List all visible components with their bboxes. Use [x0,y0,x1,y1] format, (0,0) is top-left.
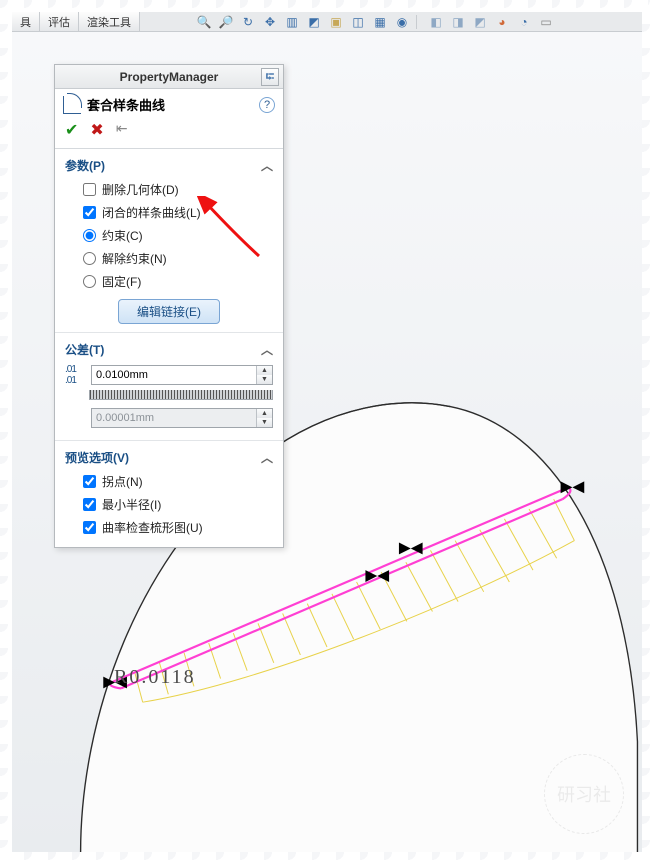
option-curvature-comb[interactable]: 曲率检查梳形图(U) [55,516,283,539]
option-unconstrained[interactable]: 解除约束(N) [55,247,283,270]
section-parameters-header[interactable]: 参数(P) ︿ [55,155,283,178]
label-delete-geometry: 删除几何体(D) [102,181,179,198]
chevron-up-icon: ︿ [261,157,273,174]
pm-feature-header: 套合样条曲线 ? [55,89,283,116]
label-curvature-comb: 曲率检查梳形图(U) [102,519,203,536]
section-parameters-label: 参数(P) [65,157,105,174]
label-closed-spline: 闭合的样条曲线(L) [102,204,201,221]
pushpin-icon[interactable]: ⇤ [116,120,128,140]
chevron-up-icon: ︿ [261,341,273,358]
edit-chain-button[interactable]: 编辑链接(E) [118,299,220,324]
checkbox-delete-geometry[interactable] [83,183,96,196]
watermark: 研习社 [544,754,624,834]
perspective-icon[interactable]: ◉ [394,14,410,30]
label-unconstrained: 解除约束(N) [102,250,167,267]
label-constrained: 约束(C) [102,227,143,244]
label-inflection: 拐点(N) [102,473,143,490]
tolerance-spinner[interactable]: ▲▼ [91,365,273,385]
radio-fixed[interactable] [83,275,96,288]
label-fixed: 固定(F) [102,273,141,290]
pm-feature-title: 套合样条曲线 [87,95,165,114]
radio-constrained[interactable] [83,229,96,242]
checkbox-curvature-comb[interactable] [83,521,96,534]
checkbox-closed-spline[interactable] [83,206,96,219]
cube-top-icon[interactable]: ◩ [472,14,488,30]
ok-button[interactable]: ✔ [65,120,78,140]
help-icon[interactable]: ? [259,97,275,113]
section-icon[interactable]: ▥ [284,14,300,30]
spin-down-icon: ▼ [257,418,272,427]
option-min-radius[interactable]: 最小半径(I) [55,493,283,516]
cube-iso-icon[interactable]: ◧ [428,14,444,30]
option-delete-geometry[interactable]: 删除几何体(D) [55,178,283,201]
radio-unconstrained[interactable] [83,252,96,265]
shaded-icon[interactable]: ▣ [328,14,344,30]
appearances-icon[interactable]: ◕ [494,14,510,30]
spin-up-icon: ▲ [257,409,272,418]
label-min-radius: 最小半径(I) [102,496,161,513]
pan-icon[interactable]: ✥ [262,14,278,30]
option-closed-spline[interactable]: 闭合的样条曲线(L) [55,201,283,224]
cube-front-icon[interactable]: ◨ [450,14,466,30]
fit-spline-icon [63,96,81,114]
section-preview-label: 预览选项(V) [65,449,129,466]
section-preview: 预览选项(V) ︿ 拐点(N) 最小半径(I) 曲率检查梳形图(U) [55,441,283,547]
spin-down-icon[interactable]: ▼ [257,375,272,384]
display-state-icon[interactable]: ▭ [538,14,554,30]
chevron-up-icon: ︿ [261,449,273,466]
option-inflection[interactable]: 拐点(N) [55,470,283,493]
radius-dimension: R0.0118 [114,666,196,689]
zoom-fit-icon[interactable]: 🔍 [196,14,212,30]
zoom-area-icon[interactable]: 🔎 [218,14,234,30]
tab-evaluate[interactable]: 评估 [40,12,79,31]
pm-title: PropertyManager [120,70,219,84]
tab-render-tools[interactable]: 渲染工具 [79,12,140,31]
hidden-lines-icon[interactable]: ▦ [372,14,388,30]
checkbox-min-radius[interactable] [83,498,96,511]
section-tolerance-label: 公差(T) [65,341,104,358]
option-fixed[interactable]: 固定(F) [55,270,283,293]
rotate-icon[interactable]: ↻ [240,14,256,30]
wireframe-icon[interactable]: ◫ [350,14,366,30]
pm-titlebar: PropertyManager ⮓ [55,65,283,89]
section-preview-header[interactable]: 预览选项(V) ︿ [55,447,283,470]
graphics-area[interactable]: R0.0118 研习社 PropertyManager ⮓ 套合样条曲线 ? ✔… [12,32,642,852]
section-tolerance-header[interactable]: 公差(T) ︿ [55,339,283,362]
section-parameters: 参数(P) ︿ 删除几何体(D) 闭合的样条曲线(L) 约束(C) [55,149,283,333]
tolerance-input[interactable] [92,366,256,384]
scene-icon[interactable]: ◔ [516,14,532,30]
pm-action-row: ✔ ✖ ⇤ [55,116,283,149]
tab-tools[interactable]: 具 [12,12,40,31]
tolerance-icon: .01.01 [65,364,85,386]
tolerance-slider[interactable] [89,390,273,400]
tolerance-step-input [92,409,256,427]
spin-up-icon[interactable]: ▲ [257,366,272,375]
tolerance-step-spinner: ▲▼ [91,408,273,428]
option-constrained[interactable]: 约束(C) [55,224,283,247]
comb-envelope [143,541,575,703]
property-manager-panel: PropertyManager ⮓ 套合样条曲线 ? ✔ ✖ ⇤ 参数(P) ︿ [54,64,284,548]
section-tolerance: 公差(T) ︿ .01.01 ▲▼ ▲▼ [55,333,283,441]
cancel-button[interactable]: ✖ [90,120,103,140]
normal-to-icon[interactable]: ◩ [306,14,322,30]
view-toolbar: 🔍 🔎 ↻ ✥ ▥ ◩ ▣ ◫ ▦ ◉ ◧ ◨ ◩ ◕ ◔ ▭ [192,12,558,32]
pm-pin-button[interactable]: ⮓ [261,68,279,86]
checkbox-inflection[interactable] [83,475,96,488]
dome-crest [263,403,450,456]
